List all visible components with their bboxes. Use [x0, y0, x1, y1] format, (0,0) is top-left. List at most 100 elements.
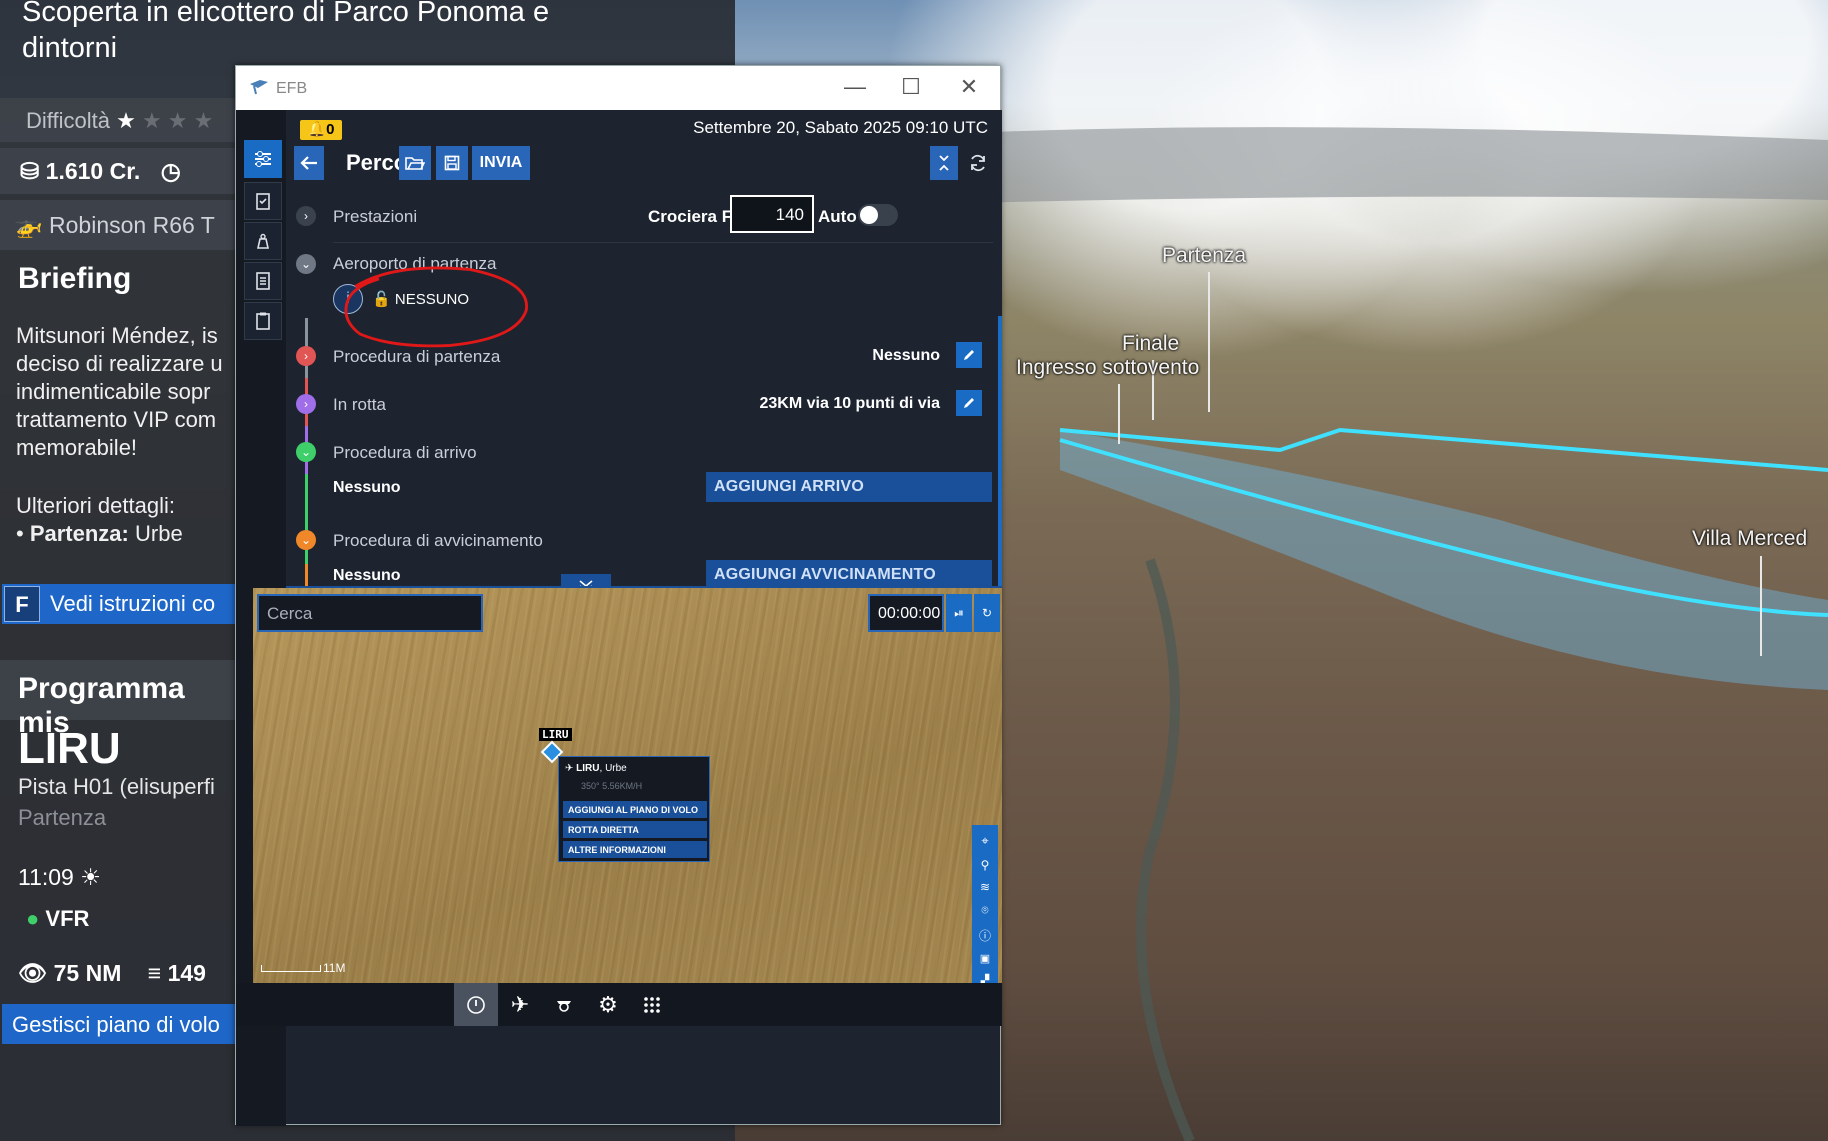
settings-button[interactable]: ⚙ — [586, 983, 630, 1026]
minimize-button[interactable]: — — [832, 72, 878, 104]
maximize-button[interactable]: ☐ — [888, 72, 934, 104]
pilot-button[interactable] — [542, 983, 586, 1026]
folder-open-icon — [405, 157, 425, 170]
more-info-button[interactable]: ALTRE INFORMAZIONI — [563, 841, 707, 858]
cruise-fl-input[interactable]: 140 — [730, 195, 814, 233]
weight-icon — [257, 233, 269, 249]
chevron-down-icon[interactable]: ⌄ — [296, 254, 316, 274]
back-button[interactable] — [294, 146, 324, 180]
chevron-right-icon: › — [296, 346, 316, 366]
enroute-row[interactable]: › In rotta 23KM via 10 punti di via — [286, 380, 1002, 428]
map-search-input[interactable]: Cerca — [257, 594, 483, 632]
apps-button[interactable] — [630, 983, 674, 1026]
departure-detail-label: Partenza: — [29, 521, 129, 546]
star-empty-icon: ★ ★ ★ — [135, 108, 214, 133]
chevron-down-icon[interactable]: ⌄ — [296, 442, 316, 462]
direct-to-button[interactable]: ROTTA DIRETTA — [563, 821, 707, 838]
popup-title: ✈ LIRU, Urbe — [565, 763, 627, 774]
pilot-icon — [557, 1000, 571, 1012]
collapse-all-button[interactable] — [930, 146, 958, 180]
reset-timer-button[interactable]: ↻ — [974, 594, 1000, 632]
auto-label: Auto — [818, 207, 857, 226]
efb-bottom-bar: ✈ ⚙ — [236, 983, 1002, 1026]
chevron-right-icon: › — [296, 394, 316, 414]
airplane-icon: ✈ — [510, 991, 530, 1017]
performance-row[interactable]: › Prestazioni Crociera FL 140 Auto — [286, 192, 1002, 240]
route-icon[interactable]: ⚲ — [981, 858, 990, 872]
wind-value: 149 — [167, 960, 206, 986]
notification-badge[interactable]: 🔔0 — [300, 120, 342, 140]
power-icon — [467, 995, 485, 1014]
manage-flightplan-button[interactable]: Gestisci piano di volo — [2, 1004, 242, 1044]
world-label-partenza: Partenza — [1162, 244, 1247, 267]
star-icon: ★ — [116, 108, 136, 133]
grid-icon — [644, 996, 660, 1013]
save-button[interactable] — [436, 146, 468, 180]
collapse-icon — [939, 155, 949, 171]
open-folder-button[interactable] — [399, 146, 431, 180]
crosshair-icon[interactable]: ⌖ — [981, 833, 988, 849]
map-controls: ⌖ ⚲ ≋ ⌾ ⓘ ▣ ▞ — [972, 825, 998, 983]
credits-value: 1.610 Cr. — [45, 158, 141, 184]
gear-icon: ⚙ — [598, 991, 618, 1017]
mission-title: Scoperta in elicottero di Parco Ponoma e… — [22, 0, 550, 64]
instructions-key: F — [4, 586, 40, 622]
play-pause-icon: ⏯ — [954, 605, 964, 620]
sidebar-route-button[interactable] — [244, 140, 282, 178]
approach-value: Nessuno — [333, 567, 401, 584]
plane-icon: ✈ — [565, 763, 577, 774]
pin-icon[interactable]: ⌾ — [981, 903, 988, 918]
more-details: Ulteriori dettagli: • Partenza: Urbe — [16, 492, 183, 548]
chevron-right-icon: › — [296, 206, 316, 226]
sidebar-notes-button[interactable] — [244, 262, 282, 300]
layers-icon[interactable]: ≋ — [980, 880, 990, 894]
departure-detail-value: Urbe — [135, 521, 183, 546]
world-label-ingresso: Ingresso sottovento — [1016, 356, 1200, 379]
arrow-left-icon — [300, 156, 317, 170]
add-to-flightplan-button[interactable]: AGGIUNGI AL PIANO DI VOLO — [563, 801, 707, 818]
sidebar-checklist-button[interactable] — [244, 182, 282, 220]
home-button[interactable] — [454, 983, 498, 1026]
eye-icon: 👁 — [18, 960, 54, 986]
window-titlebar[interactable]: EFB — ☐ ✕ — [236, 66, 1000, 110]
map-view[interactable]: Cerca 00:00:00 ⏯ ↻ LIRU ✈ LIRU, Urbe 350… — [253, 588, 1002, 983]
flight-button[interactable]: ✈ — [498, 983, 542, 1026]
altitude-icon[interactable]: ▞ — [981, 974, 989, 983]
info-circle-icon[interactable]: ⓘ — [979, 927, 991, 944]
save-icon — [444, 155, 460, 171]
departure-procedure-label: Procedura di partenza — [333, 347, 501, 366]
time-value: 11:09 — [18, 864, 74, 890]
label-pole — [1760, 556, 1762, 656]
weather-time: 11:09 ☀ — [18, 864, 101, 891]
edit-enroute-button[interactable] — [956, 390, 982, 416]
auto-toggle[interactable] — [858, 204, 898, 226]
map-frame-icon[interactable]: ▣ — [980, 952, 990, 965]
lock-icon: 🔓 — [372, 291, 391, 308]
airport-code: LIRU — [18, 724, 121, 773]
sidebar-clipboard-button[interactable] — [244, 302, 282, 340]
departure-airport-value[interactable]: 🔓 NESSUNO — [372, 290, 469, 308]
departure-airport-row: ⌄ Aeroporto di partenza i 🔓 NESSUNO — [286, 242, 1002, 332]
edit-departure-button[interactable] — [956, 342, 982, 368]
add-arrival-button[interactable]: AGGIUNGI ARRIVO — [706, 472, 992, 502]
arrival-row: ⌄ Procedura di arrivo Nessuno AGGIUNGI A… — [286, 428, 1002, 516]
world-label-villa: Villa Merced — [1692, 527, 1808, 550]
refresh-icon — [971, 154, 985, 172]
send-button[interactable]: INVIA — [472, 146, 530, 180]
airport-popup: ✈ LIRU, Urbe 350° 5.56KM/H AGGIUNGI AL P… — [558, 756, 710, 862]
window-title: EFB — [276, 80, 308, 97]
sun-icon: ☀ — [80, 864, 101, 890]
close-button[interactable]: ✕ — [946, 72, 992, 104]
enroute-label: In rotta — [333, 395, 386, 414]
departure-airport-label: Aeroporto di partenza — [333, 254, 497, 273]
chevron-down-icon[interactable]: ⌄ — [296, 530, 316, 550]
refresh-button[interactable] — [962, 146, 994, 180]
clock-icon: ◷ — [160, 158, 181, 184]
pencil-icon — [964, 398, 974, 408]
info-icon[interactable]: i — [333, 284, 363, 314]
world-label-finale: Finale — [1122, 332, 1180, 355]
departure-procedure-row[interactable]: › Procedura di partenza Nessuno — [286, 332, 1002, 380]
departure-detail: • Partenza: Urbe — [16, 521, 183, 546]
sidebar-weight-button[interactable] — [244, 222, 282, 260]
play-pause-button[interactable]: ⏯ — [946, 594, 972, 632]
